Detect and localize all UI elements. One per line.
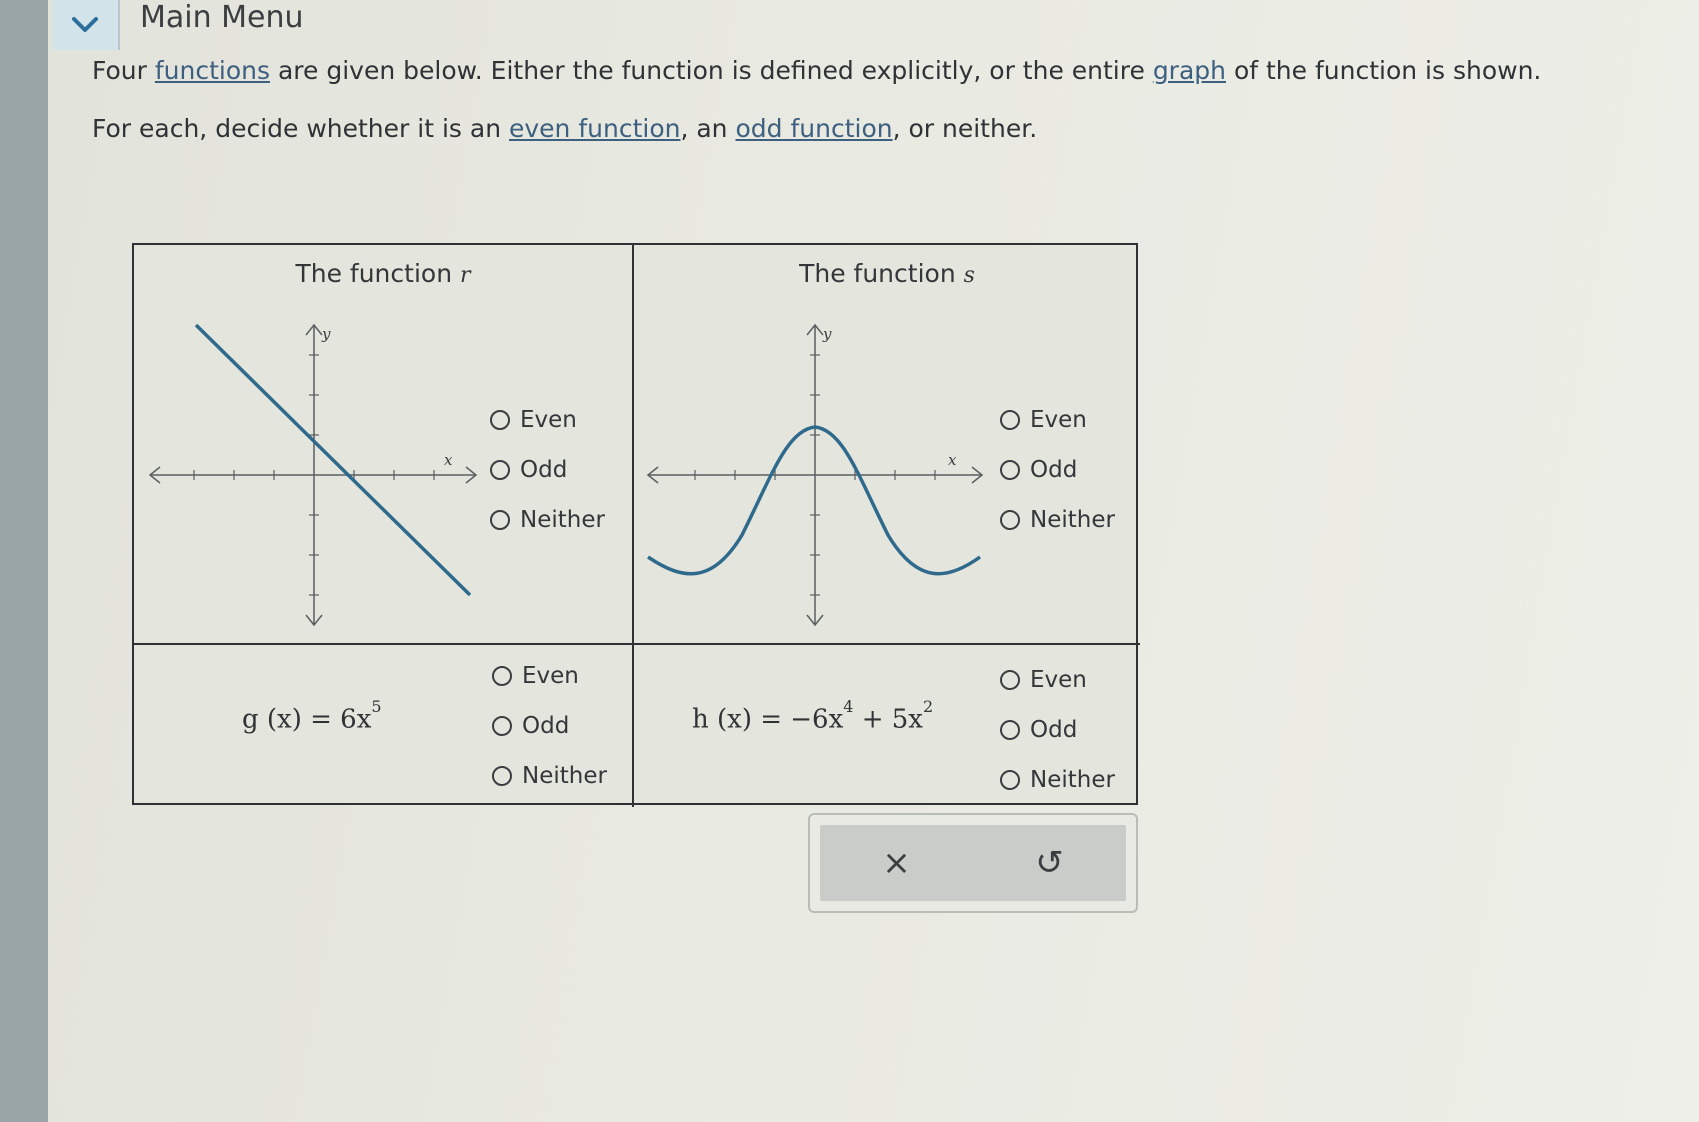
options-r: Even Odd Neither bbox=[490, 395, 605, 545]
radio-button[interactable] bbox=[490, 410, 510, 430]
option-s-neither[interactable]: Neither bbox=[1000, 495, 1115, 545]
instruction-text: of the function is shown. bbox=[1226, 56, 1542, 85]
radio-button[interactable] bbox=[490, 510, 510, 530]
formula-exponent: 5 bbox=[371, 697, 382, 716]
instruction-line-1: Four functions are given below. Either t… bbox=[92, 56, 1541, 85]
formula-text: + 5x bbox=[853, 704, 923, 735]
functions-grid: The function r x y Even Odd Neither The … bbox=[132, 243, 1140, 807]
option-label: Neither bbox=[520, 507, 605, 533]
function-name: s bbox=[963, 263, 975, 288]
y-axis-label: y bbox=[321, 325, 331, 343]
option-label: Odd bbox=[1030, 717, 1078, 743]
instruction-text: , an bbox=[680, 114, 736, 143]
option-h-even[interactable]: Even bbox=[1000, 655, 1115, 705]
radio-button[interactable] bbox=[492, 666, 512, 686]
cell-function-g: g (x) = 6x5 Even Odd Neither bbox=[134, 645, 634, 807]
function-r-curve bbox=[194, 323, 472, 597]
option-r-even[interactable]: Even bbox=[490, 395, 605, 445]
radio-button[interactable] bbox=[1000, 720, 1020, 740]
formula-g: g (x) = 6x5 bbox=[242, 697, 382, 735]
option-label: Odd bbox=[522, 713, 570, 739]
option-g-even[interactable]: Even bbox=[492, 651, 607, 701]
x-axis-label: x bbox=[444, 451, 453, 469]
odd-function-link[interactable]: odd function bbox=[735, 114, 892, 143]
instruction-text: Four bbox=[92, 56, 155, 85]
options-s: Even Odd Neither bbox=[1000, 395, 1115, 545]
option-label: Odd bbox=[1030, 457, 1078, 483]
title-text: The function bbox=[799, 259, 964, 288]
radio-button[interactable] bbox=[490, 460, 510, 480]
options-h: Even Odd Neither bbox=[1000, 655, 1115, 805]
graph-link[interactable]: graph bbox=[1153, 56, 1226, 85]
y-axis-label: y bbox=[822, 325, 832, 343]
action-panel: × ↺ bbox=[808, 813, 1138, 913]
option-r-neither[interactable]: Neither bbox=[490, 495, 605, 545]
radio-button[interactable] bbox=[1000, 410, 1020, 430]
radio-button[interactable] bbox=[492, 716, 512, 736]
instruction-line-2: For each, decide whether it is an even f… bbox=[92, 114, 1037, 143]
radio-button[interactable] bbox=[1000, 510, 1020, 530]
x-axis-label: x bbox=[948, 451, 957, 469]
graph-s: x y bbox=[646, 323, 984, 627]
option-label: Neither bbox=[1030, 507, 1115, 533]
option-s-odd[interactable]: Odd bbox=[1000, 445, 1115, 495]
formula-text: h (x) = −6x bbox=[692, 704, 844, 735]
option-label: Even bbox=[1030, 407, 1087, 433]
function-r-title: The function r bbox=[134, 259, 632, 288]
cell-function-h: h (x) = −6x4 + 5x2 Even Odd Neither bbox=[634, 645, 1140, 807]
radio-button[interactable] bbox=[1000, 770, 1020, 790]
radio-button[interactable] bbox=[1000, 670, 1020, 690]
left-sidebar-strip bbox=[0, 0, 48, 1122]
option-label: Neither bbox=[522, 763, 607, 789]
option-g-odd[interactable]: Odd bbox=[492, 701, 607, 751]
title-text: The function bbox=[295, 259, 460, 288]
clear-button[interactable]: × bbox=[882, 843, 911, 883]
option-label: Even bbox=[1030, 667, 1087, 693]
radio-button[interactable] bbox=[492, 766, 512, 786]
formula-text: g (x) = 6x bbox=[242, 704, 372, 735]
main-menu-title: Main Menu bbox=[140, 0, 304, 35]
option-label: Even bbox=[522, 663, 579, 689]
option-h-neither[interactable]: Neither bbox=[1000, 755, 1115, 805]
functions-link[interactable]: functions bbox=[155, 56, 270, 85]
formula-exponent: 2 bbox=[922, 697, 934, 716]
even-function-link[interactable]: even function bbox=[509, 114, 680, 143]
formula-exponent: 4 bbox=[843, 697, 854, 716]
cell-function-s: The function s x y Even Odd Neither bbox=[634, 245, 1140, 645]
option-label: Even bbox=[520, 407, 577, 433]
radio-button[interactable] bbox=[1000, 460, 1020, 480]
undo-button[interactable]: ↺ bbox=[1035, 843, 1064, 883]
menu-toggle-button[interactable] bbox=[52, 0, 120, 50]
instruction-text: , or neither. bbox=[892, 114, 1038, 143]
chevron-down-icon bbox=[72, 17, 98, 32]
action-bar: × ↺ bbox=[820, 825, 1126, 901]
option-h-odd[interactable]: Odd bbox=[1000, 705, 1115, 755]
formula-h: h (x) = −6x4 + 5x2 bbox=[692, 697, 933, 735]
option-g-neither[interactable]: Neither bbox=[492, 751, 607, 801]
option-r-odd[interactable]: Odd bbox=[490, 445, 605, 495]
options-g: Even Odd Neither bbox=[492, 651, 607, 801]
graph-r: x y bbox=[148, 323, 478, 627]
option-label: Neither bbox=[1030, 767, 1115, 793]
function-s-curve bbox=[647, 425, 982, 576]
function-s-title: The function s bbox=[634, 259, 1140, 288]
function-name: r bbox=[459, 263, 471, 288]
option-s-even[interactable]: Even bbox=[1000, 395, 1115, 445]
cell-function-r: The function r x y Even Odd Neither bbox=[134, 245, 634, 645]
instruction-text: For each, decide whether it is an bbox=[92, 114, 509, 143]
option-label: Odd bbox=[520, 457, 568, 483]
instruction-text: are given below. Either the function is … bbox=[270, 56, 1153, 85]
